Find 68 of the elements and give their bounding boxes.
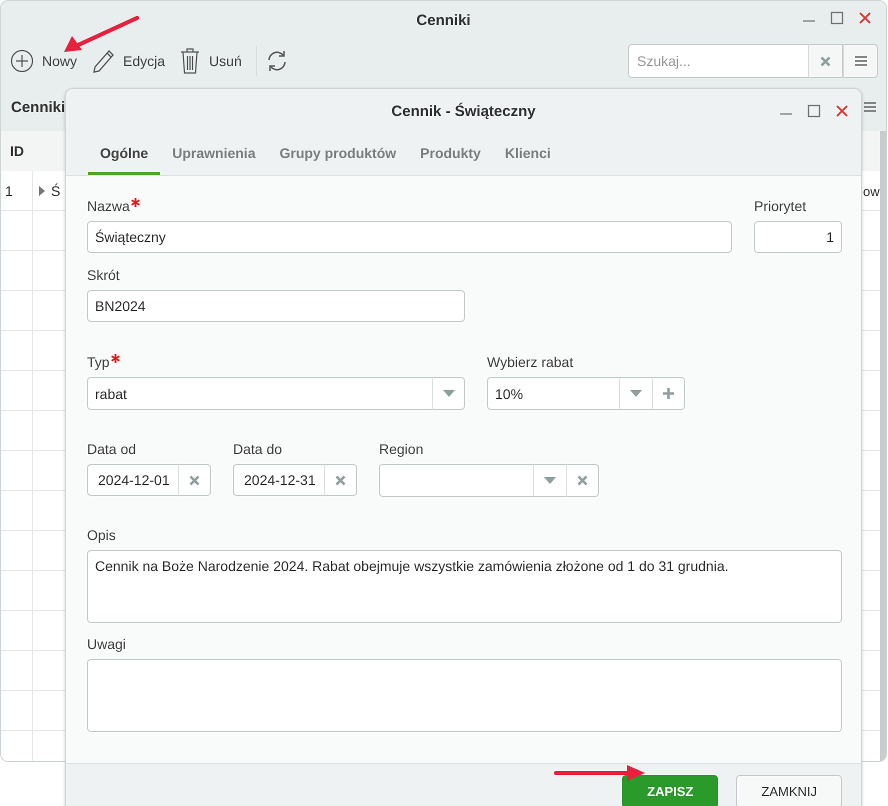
close-icon[interactable]: [835, 104, 849, 118]
field-label: Wybierz rabat: [487, 354, 574, 370]
field-label: Data do: [233, 441, 282, 457]
caret-icon: [442, 390, 454, 397]
text-field[interactable]: BN2024: [87, 290, 465, 322]
pencil-icon: [91, 48, 116, 74]
add-button[interactable]: [652, 377, 685, 410]
field-label: Skrót: [87, 267, 120, 283]
field-label: Data od: [87, 441, 136, 457]
dropdown-button[interactable]: [432, 377, 465, 410]
table-cell-text: ow: [862, 182, 880, 200]
date-field[interactable]: 2024-12-31: [233, 464, 324, 496]
table-cell-text: 1: [4, 182, 14, 201]
menu-button[interactable]: [843, 44, 878, 78]
clear-button[interactable]: [178, 464, 211, 496]
field-label: Typ: [87, 354, 110, 370]
scrollbar[interactable]: [880, 131, 886, 761]
table-cell: Ś: [33, 171, 66, 211]
trash-icon: [179, 47, 202, 75]
field-label: Opis: [87, 527, 116, 543]
close-icon[interactable]: [858, 11, 872, 25]
required-icon: [130, 198, 140, 207]
text-area[interactable]: Cennik na Boże Narodzenie 2024. Rabat obejmuje wszystkie zamówienia złożone od 1 do 31 grudnia.: [87, 550, 842, 623]
select-field[interactable]: 10%: [487, 377, 619, 410]
text-area[interactable]: [87, 659, 842, 732]
new-button[interactable]: Nowy: [10, 49, 86, 73]
plus-icon: [663, 388, 674, 399]
date-field[interactable]: 2024-12-01: [87, 464, 178, 496]
clear-button[interactable]: [324, 464, 357, 496]
clear-icon: [335, 474, 346, 486]
menu-icon: [854, 56, 866, 66]
field-label: Uwagi: [87, 636, 126, 652]
save-button[interactable]: ZAPISZ: [622, 775, 718, 806]
dialog-title: Cennik - Świąteczny: [391, 103, 536, 120]
clear-icon: [189, 474, 200, 486]
caret-icon: [630, 390, 642, 397]
tab[interactable]: Klienci: [492, 134, 563, 175]
clear-button[interactable]: [566, 464, 599, 497]
dropdown-button[interactable]: [619, 377, 652, 410]
close-button[interactable]: ZAMKNIJ: [736, 775, 842, 806]
text-field[interactable]: Świąteczny: [87, 221, 732, 253]
clear-icon: [820, 56, 831, 66]
window-title: Cenniki: [416, 12, 471, 28]
clear-icon: [577, 475, 588, 486]
menu-icon[interactable]: [864, 102, 876, 112]
tab[interactable]: Produkty: [408, 134, 493, 175]
delete-button[interactable]: Usuń: [179, 47, 250, 75]
dropdown-button[interactable]: [533, 464, 566, 497]
number-field[interactable]: 1: [754, 221, 842, 253]
column-header[interactable]: ID: [1, 131, 33, 171]
required-icon: [110, 354, 120, 363]
search-field[interactable]: Szukaj...: [628, 44, 808, 78]
select-field[interactable]: rabat: [87, 377, 432, 410]
plus-circle-icon: [10, 49, 34, 73]
select-field[interactable]: [379, 464, 533, 497]
field-label: Nazwa: [87, 198, 130, 214]
expand-icon[interactable]: [39, 186, 45, 196]
maximize-icon[interactable]: [830, 11, 844, 25]
caret-icon: [544, 477, 556, 484]
field-label: Region: [379, 441, 424, 457]
tab[interactable]: Uprawnienia: [160, 134, 268, 175]
field-label: Priorytet: [754, 198, 806, 214]
panel-title: Cenniki: [11, 98, 66, 116]
clear-button[interactable]: [808, 44, 843, 78]
maximize-icon[interactable]: [807, 104, 821, 118]
edit-button[interactable]: Edycja: [91, 48, 174, 74]
tab[interactable]: Grupy produktów: [267, 134, 408, 175]
tab[interactable]: Ogólne: [88, 134, 160, 175]
